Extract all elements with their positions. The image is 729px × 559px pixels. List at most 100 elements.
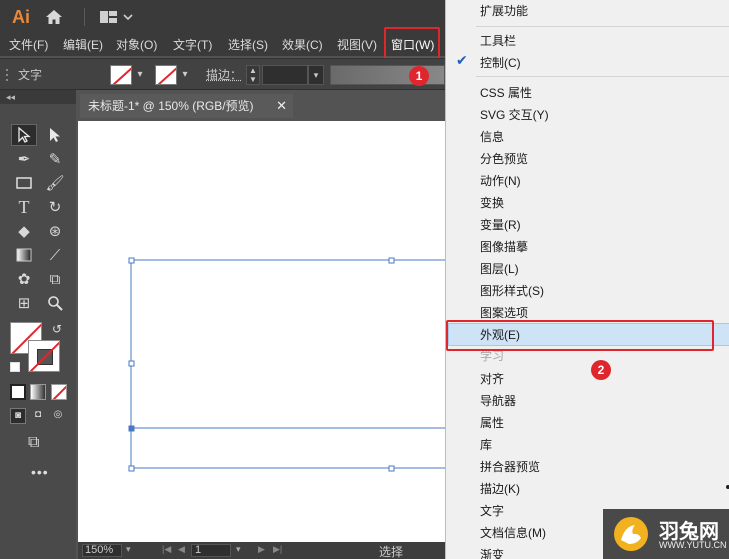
watermark: 羽兔网 WWW.YUTU.CN <box>603 509 729 559</box>
home-icon[interactable] <box>45 9 63 25</box>
symbol-sprayer-tool-icon[interactable]: ✿ <box>11 268 37 290</box>
zoom-dropdown-icon[interactable]: ▾ <box>126 544 131 555</box>
menu-item-toolbars[interactable]: 工具栏 <box>480 30 516 52</box>
menu-item-image-trace[interactable]: 图像描摹 <box>480 236 528 258</box>
title-separator <box>84 8 85 26</box>
color-mode-icon[interactable] <box>10 384 26 400</box>
menu-separator <box>476 26 729 27</box>
menu-bar: 文件(F) 编辑(E) 对象(O) 文字(T) 选择(S) 效果(C) 视图(V… <box>0 34 445 56</box>
draw-normal-icon[interactable]: ◙ <box>10 408 26 424</box>
workspace-layout-icon[interactable] <box>98 10 138 24</box>
next-artboard-icon[interactable]: ▶ <box>258 544 265 555</box>
illustrator-window: Ai 文件(F) 编辑(E) 对象(O) 文字(T) 选择(S) 效果(C) 视… <box>0 0 729 559</box>
menu-item-type[interactable]: 文字 <box>480 500 504 522</box>
stroke-dropdown-icon[interactable]: ▾ <box>178 65 192 85</box>
tools-panel: ✒ ✎ 🖌 T ↻ ◆ ⊛ ⟋ ✿ ⧉ ⊞ ↺ ◙ ◘ ◎ ⧉ ••• <box>0 104 76 559</box>
menu-file[interactable]: 文件(F) <box>9 34 48 56</box>
artboard-canvas[interactable] <box>78 121 445 542</box>
menu-item-actions[interactable]: 动作(N) <box>480 170 521 192</box>
stroke-weight-input[interactable] <box>262 65 308 85</box>
menu-item-transform[interactable]: 变换 <box>480 192 504 214</box>
gradient-tool-icon[interactable] <box>11 244 37 266</box>
first-artboard-icon[interactable]: |◀ <box>162 544 171 555</box>
prev-artboard-icon[interactable]: ◀ <box>178 544 185 555</box>
screen-mode-icon[interactable]: ⧉ <box>28 434 39 452</box>
step-badge-1: 1 <box>409 66 429 86</box>
appearance-highlight-box <box>446 320 714 351</box>
menu-select[interactable]: 选择(S) <box>228 34 268 56</box>
title-bar: Ai <box>0 0 445 34</box>
document-tab-title: 未标题-1* @ 150% (RGB/预览) <box>88 99 254 113</box>
menu-item-control[interactable]: 控制(C) <box>480 52 521 74</box>
status-bar: 150% ▾ |◀ ◀ 1 ▾ ▶ ▶| 选择 <box>78 542 445 559</box>
rabbit-logo-icon <box>614 517 648 551</box>
menu-item-libraries[interactable]: 库 <box>480 434 492 456</box>
selection-tool-icon[interactable] <box>11 124 37 146</box>
draw-inside-icon[interactable]: ◎ <box>50 408 66 424</box>
menu-item-gradient[interactable]: 渐变 <box>480 544 504 559</box>
artboard-dropdown-icon[interactable]: ▾ <box>236 544 241 555</box>
draw-behind-icon[interactable]: ◘ <box>30 408 46 424</box>
stroke-swatch[interactable] <box>155 65 177 85</box>
curvature-tool-icon[interactable]: ✎ <box>42 148 68 170</box>
eraser-tool-icon[interactable]: ◆ <box>11 220 37 242</box>
stroke-color-box[interactable] <box>28 340 60 372</box>
menu-edit[interactable]: 编辑(E) <box>63 34 103 56</box>
more-tools-icon[interactable]: ••• <box>31 464 49 480</box>
grip-icon <box>6 69 8 81</box>
menu-item-flattener-preview[interactable]: 拼合器预览 <box>480 456 540 478</box>
menu-item-attributes[interactable]: 属性 <box>480 412 504 434</box>
last-artboard-icon[interactable]: ▶| <box>273 544 282 555</box>
checkmark-icon: ✔ <box>456 52 468 68</box>
shape-builder-tool-icon[interactable]: ⧉ <box>42 268 68 290</box>
stroke-weight-label[interactable]: 描边： <box>206 59 242 91</box>
menu-item-extensions[interactable]: 扩展功能 <box>480 0 528 22</box>
gradient-mode-icon[interactable] <box>30 384 46 400</box>
stroke-weight-dropdown-icon[interactable]: ▾ <box>308 65 324 85</box>
artboard-number-field[interactable]: 1 <box>191 544 231 557</box>
window-menu-dropdown: ✔ 扩展功能 工具栏 控制(C) CSS 属性 SVG 交互(Y) 信息 分色预… <box>445 0 729 559</box>
direct-selection-tool-icon[interactable] <box>42 124 68 146</box>
selection-type-label: 文字 <box>18 68 43 82</box>
close-tab-icon[interactable]: ✕ <box>276 94 287 118</box>
menu-item-separations-preview[interactable]: 分色预览 <box>480 148 528 170</box>
app-logo: Ai <box>12 7 30 27</box>
zoom-tool-icon[interactable] <box>42 292 68 314</box>
fill-dropdown-icon[interactable]: ▾ <box>133 65 147 85</box>
default-colors-icon[interactable] <box>10 362 20 372</box>
collapse-panel-icon[interactable]: ◂◂ <box>6 90 15 104</box>
pen-tool-icon[interactable]: ✒ <box>11 148 37 170</box>
none-mode-icon[interactable] <box>51 384 67 400</box>
window-menu-highlight-box <box>384 27 440 59</box>
paintbrush-tool-icon[interactable]: 🖌 <box>42 172 68 194</box>
menu-item-graphic-styles[interactable]: 图形样式(S) <box>480 280 544 302</box>
menu-item-navigator[interactable]: 导航器 <box>480 390 516 412</box>
stroke-weight-stepper[interactable]: ▲ ▼ <box>246 65 260 85</box>
document-tab[interactable]: 未标题-1* @ 150% (RGB/预览) ✕ <box>80 94 293 118</box>
menu-view[interactable]: 视图(V) <box>337 34 377 56</box>
menu-separator <box>476 76 729 77</box>
menu-item-css-properties[interactable]: CSS 属性 <box>480 82 532 104</box>
menu-item-layers[interactable]: 图层(L) <box>480 258 519 280</box>
menu-object[interactable]: 对象(O) <box>116 34 157 56</box>
menu-effect[interactable]: 效果(C) <box>282 34 323 56</box>
current-tool-status: 选择 <box>379 545 404 559</box>
rotate-tool-icon[interactable]: ↻ <box>42 196 68 218</box>
menu-type[interactable]: 文字(T) <box>173 34 212 56</box>
rectangle-tool-icon[interactable] <box>11 172 37 194</box>
zoom-level-field[interactable]: 150% <box>82 544 122 557</box>
type-tool-icon[interactable]: T <box>11 196 37 218</box>
menu-item-align[interactable]: 对齐 <box>480 368 504 390</box>
width-tool-icon[interactable]: ⊛ <box>42 220 68 242</box>
menu-item-svg-interactivity[interactable]: SVG 交互(Y) <box>480 104 549 126</box>
selected-rectangle[interactable] <box>78 121 445 542</box>
menu-item-variables[interactable]: 变量(R) <box>480 214 521 236</box>
menu-item-stroke[interactable]: 描边(K) <box>480 478 520 500</box>
swap-fill-stroke-icon[interactable]: ↺ <box>52 322 62 336</box>
menu-item-info[interactable]: 信息 <box>480 126 504 148</box>
fill-swatch[interactable] <box>110 65 132 85</box>
step-badge-2: 2 <box>591 360 611 380</box>
menu-item-document-info[interactable]: 文档信息(M) <box>480 522 546 544</box>
eyedropper-tool-icon[interactable]: ⟋ <box>42 244 68 266</box>
artboard-tool-icon[interactable]: ⊞ <box>11 292 37 314</box>
